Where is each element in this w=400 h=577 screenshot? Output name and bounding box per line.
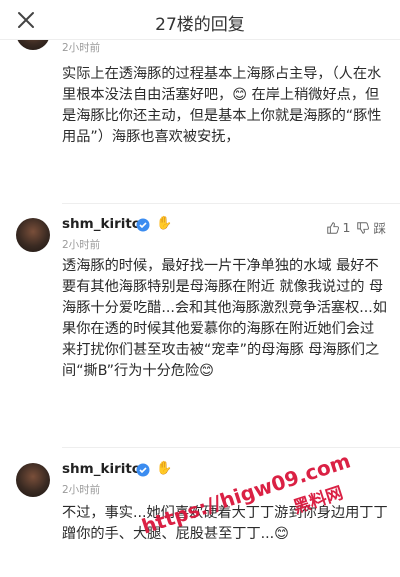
divider xyxy=(62,447,400,448)
badge-hands-icon: ✋ xyxy=(156,461,173,476)
post-time: 2小时前 xyxy=(62,484,101,496)
reply-post: shm_kirito ✋ 2小时前 1 踩 透海豚的时候，最好找一片干净单独的水… xyxy=(0,210,400,440)
dislike-label: 踩 xyxy=(373,221,386,236)
reply-header: 27楼的回复 xyxy=(0,0,400,40)
thumbs-up-icon xyxy=(326,221,339,234)
verified-badge-icon xyxy=(136,463,150,477)
post-content: 透海豚的时候，最好找一片干净单独的水域 最好不要有其他海豚特别是母海豚在附近 就… xyxy=(62,258,387,379)
verified-badge-icon xyxy=(136,218,150,232)
divider xyxy=(62,203,400,204)
like-count: 1 xyxy=(342,220,351,235)
post-time: 2小时前 xyxy=(62,42,101,54)
reply-post: shm_kirito ✋ 2小时前 不过，事实...她们喜欢硬着大丁丁游到你身边… xyxy=(0,455,400,577)
badge-hands-icon: ✋ xyxy=(156,216,173,231)
username[interactable]: shm_kirito xyxy=(62,216,141,232)
avatar[interactable] xyxy=(16,463,50,497)
post-content: 不过，事实...她们喜欢硬着大丁丁游到你身边用丁丁蹭你的手、大腿、屁股甚至丁丁.… xyxy=(62,505,388,542)
post-time: 2小时前 xyxy=(62,239,101,251)
page-title: 27楼的回复 xyxy=(155,15,245,35)
reply-post: 2小时前 实际上在透海豚的过程基本上海豚占主导，（人在水里根本没法自由活塞好吧，… xyxy=(0,16,400,190)
thumbs-down-icon xyxy=(357,221,370,234)
like-button[interactable]: 1 xyxy=(326,220,351,235)
post-content: 实际上在透海豚的过程基本上海豚占主导，（人在水里根本没法自由活塞好吧，😊 在岸上… xyxy=(62,66,382,145)
username[interactable]: shm_kirito xyxy=(62,461,141,477)
post-actions: 1 踩 xyxy=(326,218,386,237)
dislike-button[interactable]: 踩 xyxy=(356,218,386,237)
avatar[interactable] xyxy=(16,218,50,252)
